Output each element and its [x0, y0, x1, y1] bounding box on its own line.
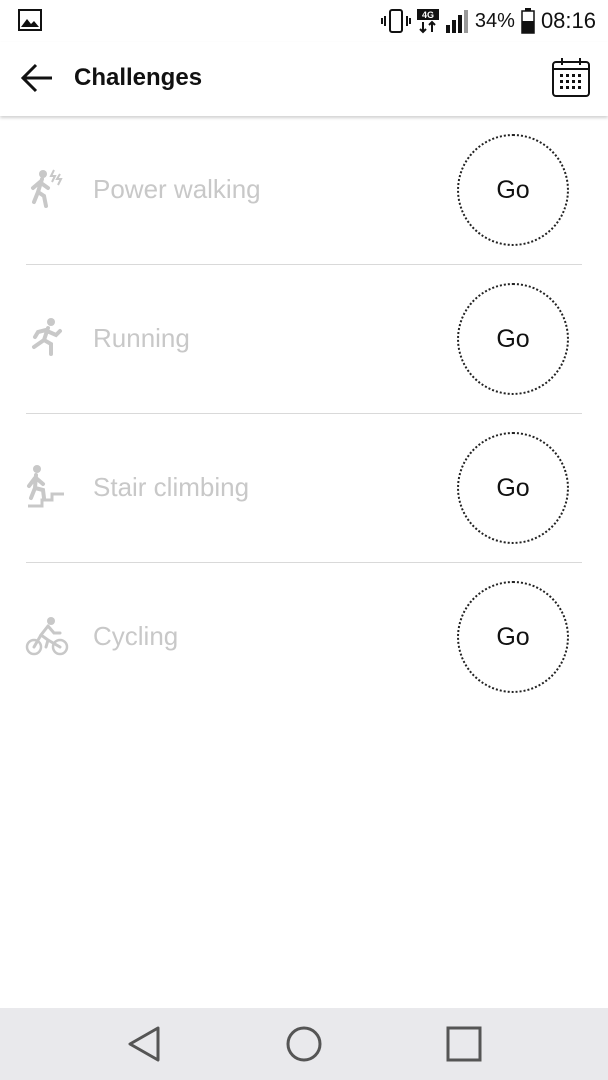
- cycling-icon: [25, 617, 69, 656]
- nav-home-button[interactable]: [284, 1024, 324, 1064]
- system-nav-bar: [0, 1008, 608, 1080]
- challenge-label: Power walking: [93, 174, 261, 204]
- power-walking-icon: [31, 169, 63, 208]
- challenge-row-stair-climbing: Stair climbing Go: [0, 414, 608, 563]
- recents-square-icon: [446, 1026, 482, 1062]
- challenge-label: Cycling: [93, 621, 179, 651]
- vibrate-icon: [380, 9, 411, 33]
- challenge-label: Stair climbing: [93, 472, 250, 502]
- app-bar: Challenges: [0, 42, 608, 116]
- go-label: Go: [496, 622, 530, 651]
- battery-percent: 34%: [474, 9, 515, 32]
- svg-text:4G: 4G: [422, 10, 434, 20]
- go-label: Go: [496, 175, 530, 204]
- challenge-row-power-walking: Power walking Go: [0, 116, 608, 265]
- back-button[interactable]: [18, 58, 58, 98]
- gallery-icon: [18, 9, 42, 31]
- go-button[interactable]: Go: [457, 134, 569, 246]
- nav-recents-button[interactable]: [444, 1024, 484, 1064]
- challenge-label: Running: [93, 323, 190, 353]
- page-title: Challenges: [74, 64, 203, 91]
- back-arrow-icon: [20, 63, 52, 93]
- go-label: Go: [496, 324, 530, 353]
- go-button[interactable]: Go: [457, 581, 569, 693]
- challenge-list: Power walking Go Running Go Stair climbi…: [0, 116, 608, 712]
- status-bar: 4G 34% 08:16: [0, 0, 608, 42]
- stair-climbing-icon: [27, 465, 64, 508]
- status-indicators: 4G 34% 08:16: [380, 6, 596, 36]
- go-label: Go: [496, 473, 530, 502]
- calendar-icon: [552, 58, 590, 97]
- battery-icon: [521, 8, 535, 34]
- go-button[interactable]: Go: [457, 283, 569, 395]
- home-circle-icon: [286, 1026, 322, 1062]
- challenge-row-cycling: Cycling Go: [0, 563, 608, 712]
- network-4g-icon: 4G: [416, 9, 439, 34]
- challenge-row-running: Running Go: [0, 265, 608, 414]
- go-button[interactable]: Go: [457, 432, 569, 544]
- running-icon: [32, 318, 62, 356]
- back-triangle-icon: [128, 1026, 160, 1062]
- clock: 08:16: [540, 8, 596, 33]
- nav-back-button[interactable]: [124, 1024, 164, 1064]
- calendar-button[interactable]: [550, 56, 592, 100]
- signal-icon: [445, 10, 468, 33]
